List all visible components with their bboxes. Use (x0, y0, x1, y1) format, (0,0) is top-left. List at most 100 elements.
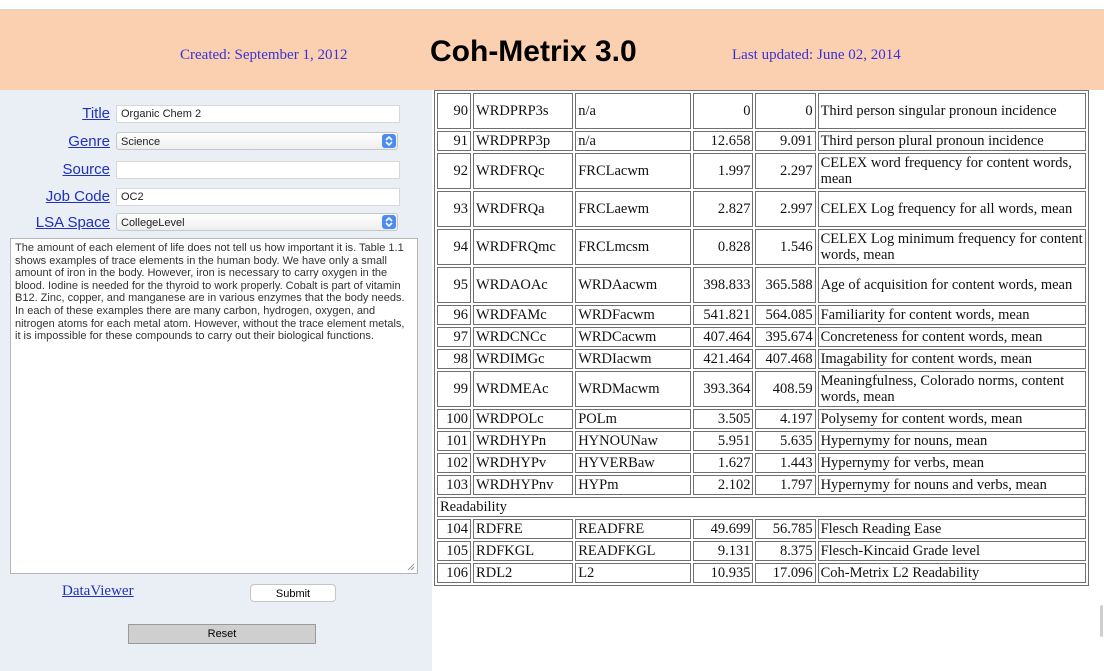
reset-button[interactable]: Reset (128, 624, 316, 644)
jobcode-input[interactable]: OC2 (116, 188, 400, 206)
table-row: 91 WRDPRP3p n/a 12.658 9.091 Third person plu… (437, 131, 1086, 151)
label-cell: WRDFRQc (473, 153, 574, 189)
value-cell: 10.935 (693, 563, 754, 583)
value-cell: 395.674 (755, 327, 816, 347)
created-date: Created: September 1, 2012 (180, 47, 348, 63)
table-row: 99 WRDMEAc WRDMacwm 393.364 408.59 Meaningful… (437, 371, 1086, 407)
index-cell: 102 (437, 453, 472, 473)
label-cell: WRDHYPv (473, 453, 574, 473)
source-label[interactable]: Source (62, 161, 110, 178)
label-cell: RDFKGL (473, 541, 574, 561)
lsa-row: LSA Space CollegeLevel (0, 212, 432, 234)
description-cell: Hypernymy for nouns, mean (817, 431, 1086, 451)
lsa-select[interactable]: CollegeLevel (116, 213, 398, 231)
description-cell: Flesch-Kincaid Grade level (817, 541, 1086, 561)
results-table: 90 WRDPRP3s n/a 0 0 Third person singular pro… (434, 90, 1089, 586)
value-cell: 564.085 (755, 305, 816, 325)
top-border (0, 0, 1104, 10)
lsa-label-cell: WRDAacwm (575, 267, 692, 303)
table-row: 90 WRDPRP3s n/a 0 0 Third person singular pro… (437, 93, 1086, 129)
table-row: 103 WRDHYPnv HYPm 2.102 1.797 Hypernymy for n… (437, 475, 1086, 495)
table-row: 93 WRDFRQa FRCLaewm 2.827 2.997 CELEX Log fre… (437, 191, 1086, 227)
description-cell: Coh-Metrix L2 Readability (817, 563, 1086, 583)
value-cell: 407.468 (755, 349, 816, 369)
value-cell: 1.997 (693, 153, 754, 189)
description-cell: Third person plural pronoun incidence (817, 131, 1086, 151)
table-row: 102 WRDHYPv HYVERBaw 1.627 1.443 Hypernymy fo… (437, 453, 1086, 473)
label-cell: WRDFRQmc (473, 229, 574, 265)
title-input[interactable]: Organic Chem 2 (116, 105, 400, 123)
label-cell: WRDHYPnv (473, 475, 574, 495)
lsa-label-cell: HYPm (575, 475, 692, 495)
table-row: 106 RDL2 L2 10.935 17.096 Coh-Metrix L2 Reada… (437, 563, 1086, 583)
lsa-label-cell: n/a (575, 93, 692, 129)
lsa-label-cell: L2 (575, 563, 692, 583)
description-cell: Concreteness for content words, mean (817, 327, 1086, 347)
updated-date: Last updated: June 02, 2014 (732, 47, 901, 63)
source-input[interactable] (116, 161, 400, 179)
lsa-label-cell: FRCLaewm (575, 191, 692, 227)
lsa-label-cell: WRDIacwm (575, 349, 692, 369)
value-cell: 541.821 (693, 305, 754, 325)
table-row: 104 RDFRE READFRE 49.699 56.785 Flesch Readin… (437, 519, 1086, 539)
value-cell: 2.297 (755, 153, 816, 189)
chevron-updown-icon (382, 215, 396, 229)
lsa-value: CollegeLevel (121, 217, 185, 229)
title-label[interactable]: Title (82, 105, 110, 122)
value-cell: 407.464 (693, 327, 754, 347)
index-cell: 105 (437, 541, 472, 561)
index-cell: 97 (437, 327, 472, 347)
lsa-label-cell: WRDCacwm (575, 327, 692, 347)
lsa-label-cell: HYVERBaw (575, 453, 692, 473)
genre-select[interactable]: Science (116, 132, 398, 150)
index-cell: 96 (437, 305, 472, 325)
genre-label[interactable]: Genre (68, 133, 110, 150)
value-cell: 49.699 (693, 519, 754, 539)
description-cell: Polysemy for content words, mean (817, 409, 1086, 429)
label-cell: WRDCNCc (473, 327, 574, 347)
lsa-label-cell: FRCLmcsm (575, 229, 692, 265)
label-cell: WRDPOLc (473, 409, 574, 429)
value-cell: 5.951 (693, 431, 754, 451)
genre-row: Genre Science (0, 131, 432, 153)
label-cell: RDL2 (473, 563, 574, 583)
value-cell: 4.197 (755, 409, 816, 429)
description-cell: CELEX word frequency for content words, … (817, 153, 1086, 189)
lsa-label-cell: WRDMacwm (575, 371, 692, 407)
lsa-label[interactable]: LSA Space (36, 214, 110, 231)
description-cell: Hypernymy for nouns and verbs, mean (817, 475, 1086, 495)
submit-button[interactable]: Submit (250, 584, 336, 602)
value-cell: 1.797 (755, 475, 816, 495)
text-input-area[interactable]: The amount of each element of life does … (10, 238, 418, 574)
dataviewer-link[interactable]: DataViewer (62, 583, 134, 600)
index-cell: 93 (437, 191, 472, 227)
description-cell: Imagability for content words, mean (817, 349, 1086, 369)
table-row: 105 RDFKGL READFKGL 9.131 8.375 Flesch-Kincai… (437, 541, 1086, 561)
table-row: 98 WRDIMGc WRDIacwm 421.464 407.468 Imagabili… (437, 349, 1086, 369)
description-cell: Familiarity for content words, mean (817, 305, 1086, 325)
value-cell: 1.546 (755, 229, 816, 265)
jobcode-label[interactable]: Job Code (46, 188, 110, 205)
label-cell: WRDFRQa (473, 191, 574, 227)
results-panel: 90 WRDPRP3s n/a 0 0 Third person singular pro… (432, 90, 1104, 671)
resize-grip-icon[interactable] (407, 563, 415, 571)
scrollbar[interactable] (1100, 605, 1103, 637)
value-cell: 0 (755, 93, 816, 129)
description-cell: Meaningfulness, Colorado norms, content … (817, 371, 1086, 407)
description-cell: CELEX Log frequency for all words, mean (817, 191, 1086, 227)
lsa-label-cell: READFRE (575, 519, 692, 539)
title-row: Title Organic Chem 2 (0, 103, 432, 125)
index-cell: 92 (437, 153, 472, 189)
index-cell: 106 (437, 563, 472, 583)
value-cell: 2.997 (755, 191, 816, 227)
table-row: 96 WRDFAMc WRDFacwm 541.821 564.085 Familiari… (437, 305, 1086, 325)
section-row: Readability (437, 497, 1086, 517)
value-cell: 398.833 (693, 267, 754, 303)
lsa-label-cell: POLm (575, 409, 692, 429)
label-cell: WRDIMGc (473, 349, 574, 369)
value-cell: 2.102 (693, 475, 754, 495)
value-cell: 2.827 (693, 191, 754, 227)
table-row: 94 WRDFRQmc FRCLmcsm 0.828 1.546 CELEX Log mi… (437, 229, 1086, 265)
text-content: The amount of each element of life does … (15, 242, 405, 343)
value-cell: 393.364 (693, 371, 754, 407)
